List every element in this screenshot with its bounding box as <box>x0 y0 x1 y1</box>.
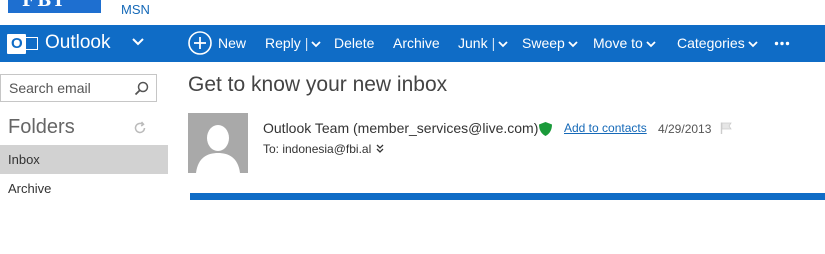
shield-icon <box>539 122 552 136</box>
chevron-down-icon <box>748 41 758 48</box>
folders-heading: Folders <box>8 116 75 138</box>
junk-button[interactable]: Junk | <box>458 35 508 51</box>
chevron-down-icon <box>568 41 578 48</box>
search-box <box>0 74 157 102</box>
flag-icon[interactable] <box>720 122 732 134</box>
more-options-icon[interactable] <box>774 41 790 46</box>
avatar <box>188 113 248 173</box>
message-body-banner <box>190 193 825 200</box>
app-switcher-chevron-icon[interactable] <box>131 35 145 49</box>
folder-item-label: Inbox <box>8 152 40 167</box>
folder-item-label: Archive <box>8 181 52 196</box>
chevron-down-icon <box>646 41 656 48</box>
junk-button-label: Junk <box>458 35 488 51</box>
categories-button[interactable]: Categories <box>677 35 758 51</box>
move-to-button-label: Move to <box>593 35 643 51</box>
chevron-down-icon[interactable] <box>311 40 322 48</box>
delete-button[interactable]: Delete <box>334 35 374 51</box>
expand-recipients-icon[interactable] <box>376 144 384 154</box>
new-button[interactable]: New <box>218 35 246 51</box>
chevron-down-icon[interactable] <box>498 40 508 48</box>
archive-button-label: Archive <box>393 35 440 51</box>
top-strip: FBI MSN <box>0 0 825 25</box>
outlook-logo-icon[interactable]: O <box>7 33 38 55</box>
app-bar: O Outlook New Reply | Delete Archive Junk… <box>0 25 825 62</box>
search-input[interactable] <box>1 75 134 101</box>
brand-logo-text: FBI <box>22 0 66 11</box>
reply-button-label: Reply <box>265 35 301 51</box>
categories-button-label: Categories <box>677 35 745 51</box>
folder-item-inbox[interactable]: Inbox <box>0 145 168 174</box>
message-date: 4/29/2013 <box>658 122 712 136</box>
sweep-button-label: Sweep <box>522 35 565 51</box>
folder-item-archive[interactable]: Archive <box>0 174 168 203</box>
delete-button-label: Delete <box>334 35 375 51</box>
archive-button[interactable]: Archive <box>393 35 440 51</box>
message-subject: Get to know your new inbox <box>188 73 448 96</box>
msn-link[interactable]: MSN <box>121 2 150 17</box>
new-button-label: New <box>218 35 247 51</box>
add-to-contacts-link[interactable]: Add to contacts <box>564 121 647 135</box>
new-plus-icon[interactable] <box>188 31 212 55</box>
message-sender: Outlook Team (member_services@live.com) <box>263 120 539 136</box>
app-title[interactable]: Outlook <box>45 32 110 54</box>
move-to-button[interactable]: Move to <box>593 35 656 51</box>
refresh-icon[interactable] <box>133 121 147 135</box>
avatar-silhouette-icon <box>196 125 240 173</box>
message-to-line: To: indonesia@fbi.al <box>263 142 372 156</box>
brand-logo[interactable]: FBI <box>8 0 101 13</box>
search-icon[interactable] <box>134 81 149 96</box>
reply-button[interactable]: Reply | <box>265 35 322 51</box>
sweep-button[interactable]: Sweep <box>522 35 578 51</box>
